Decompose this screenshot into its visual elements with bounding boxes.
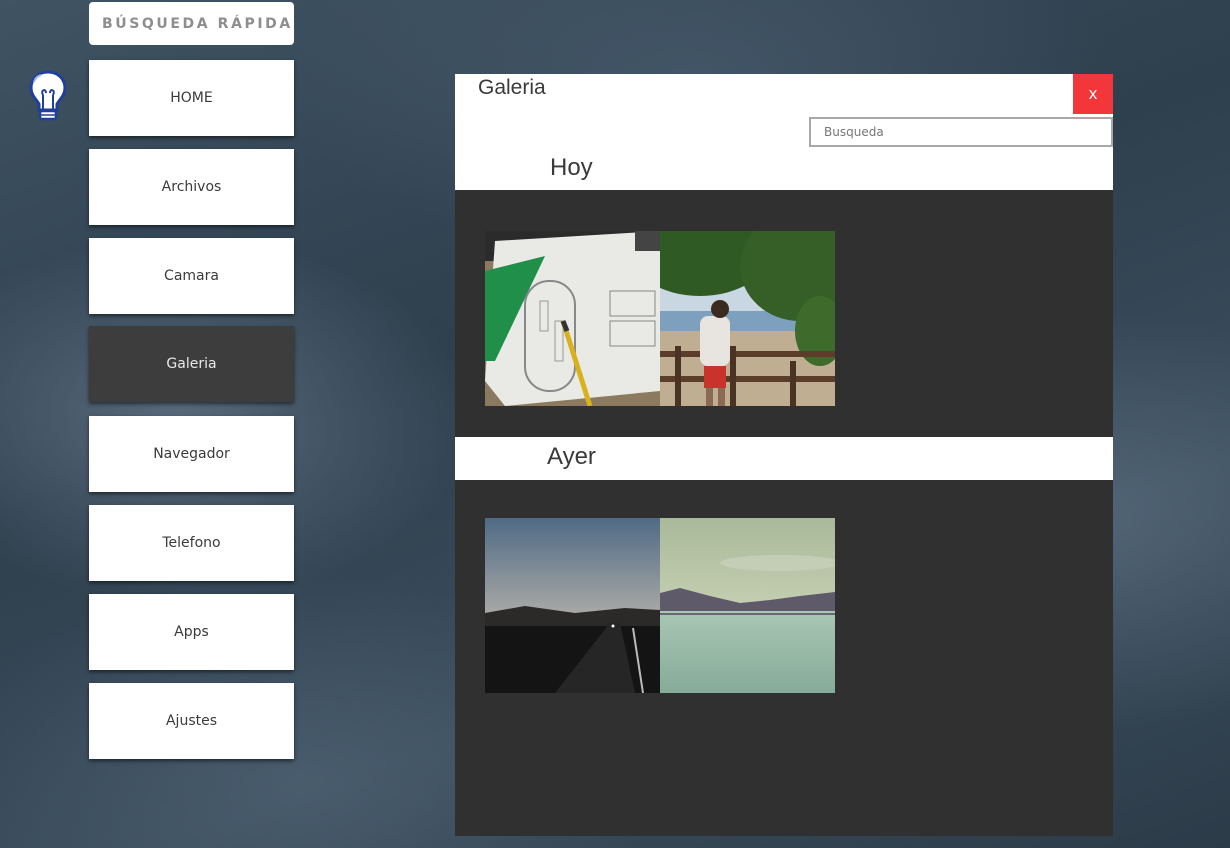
menu-item-label: Apps: [174, 624, 209, 640]
lightbulb-icon[interactable]: [26, 68, 70, 124]
close-button[interactable]: x: [1073, 74, 1113, 114]
menu-item-ajustes[interactable]: Ajustes: [89, 683, 294, 759]
menu-item-label: Ajustes: [165, 713, 218, 729]
menu-item-camara[interactable]: Camara: [89, 238, 294, 314]
photo-thumbnail[interactable]: [485, 231, 660, 406]
photo-thumbnail[interactable]: [485, 518, 660, 693]
menu-item-label: Camara: [164, 268, 219, 284]
photo-thumbnail[interactable]: [660, 518, 835, 693]
photo-thumbnail[interactable]: [660, 231, 835, 406]
menu-item-navegador[interactable]: Navegador: [89, 416, 294, 492]
menu-item-galeria[interactable]: Galeria: [89, 326, 294, 402]
menu-item-telefono[interactable]: Telefono: [89, 505, 294, 581]
menu-item-label: Telefono: [162, 535, 221, 551]
quick-search-button[interactable]: BÚSQUEDA RÁPIDA: [89, 2, 294, 45]
search-input[interactable]: [809, 117, 1113, 147]
quick-search-label: BÚSQUEDA RÁPIDA: [102, 15, 293, 32]
section-header-ayer: Ayer: [455, 437, 1113, 480]
menu-item-apps[interactable]: Apps: [89, 594, 294, 670]
menu-item-archivos[interactable]: Archivos: [89, 149, 294, 225]
section-title-hoy: Hoy: [550, 154, 593, 181]
menu-item-home[interactable]: HOME: [89, 60, 294, 136]
gallery-header: Galeria x Hoy: [455, 74, 1113, 190]
gallery-window: Galeria x Hoy: [455, 74, 1113, 836]
gallery-title: Galeria: [478, 76, 546, 99]
close-icon: x: [1088, 84, 1098, 103]
menu-item-label: Archivos: [161, 179, 222, 195]
section-title-ayer: Ayer: [547, 443, 596, 470]
menu-item-label: Galeria: [166, 356, 217, 372]
menu-item-label: HOME: [170, 90, 213, 106]
menu-item-label: Navegador: [153, 446, 230, 462]
